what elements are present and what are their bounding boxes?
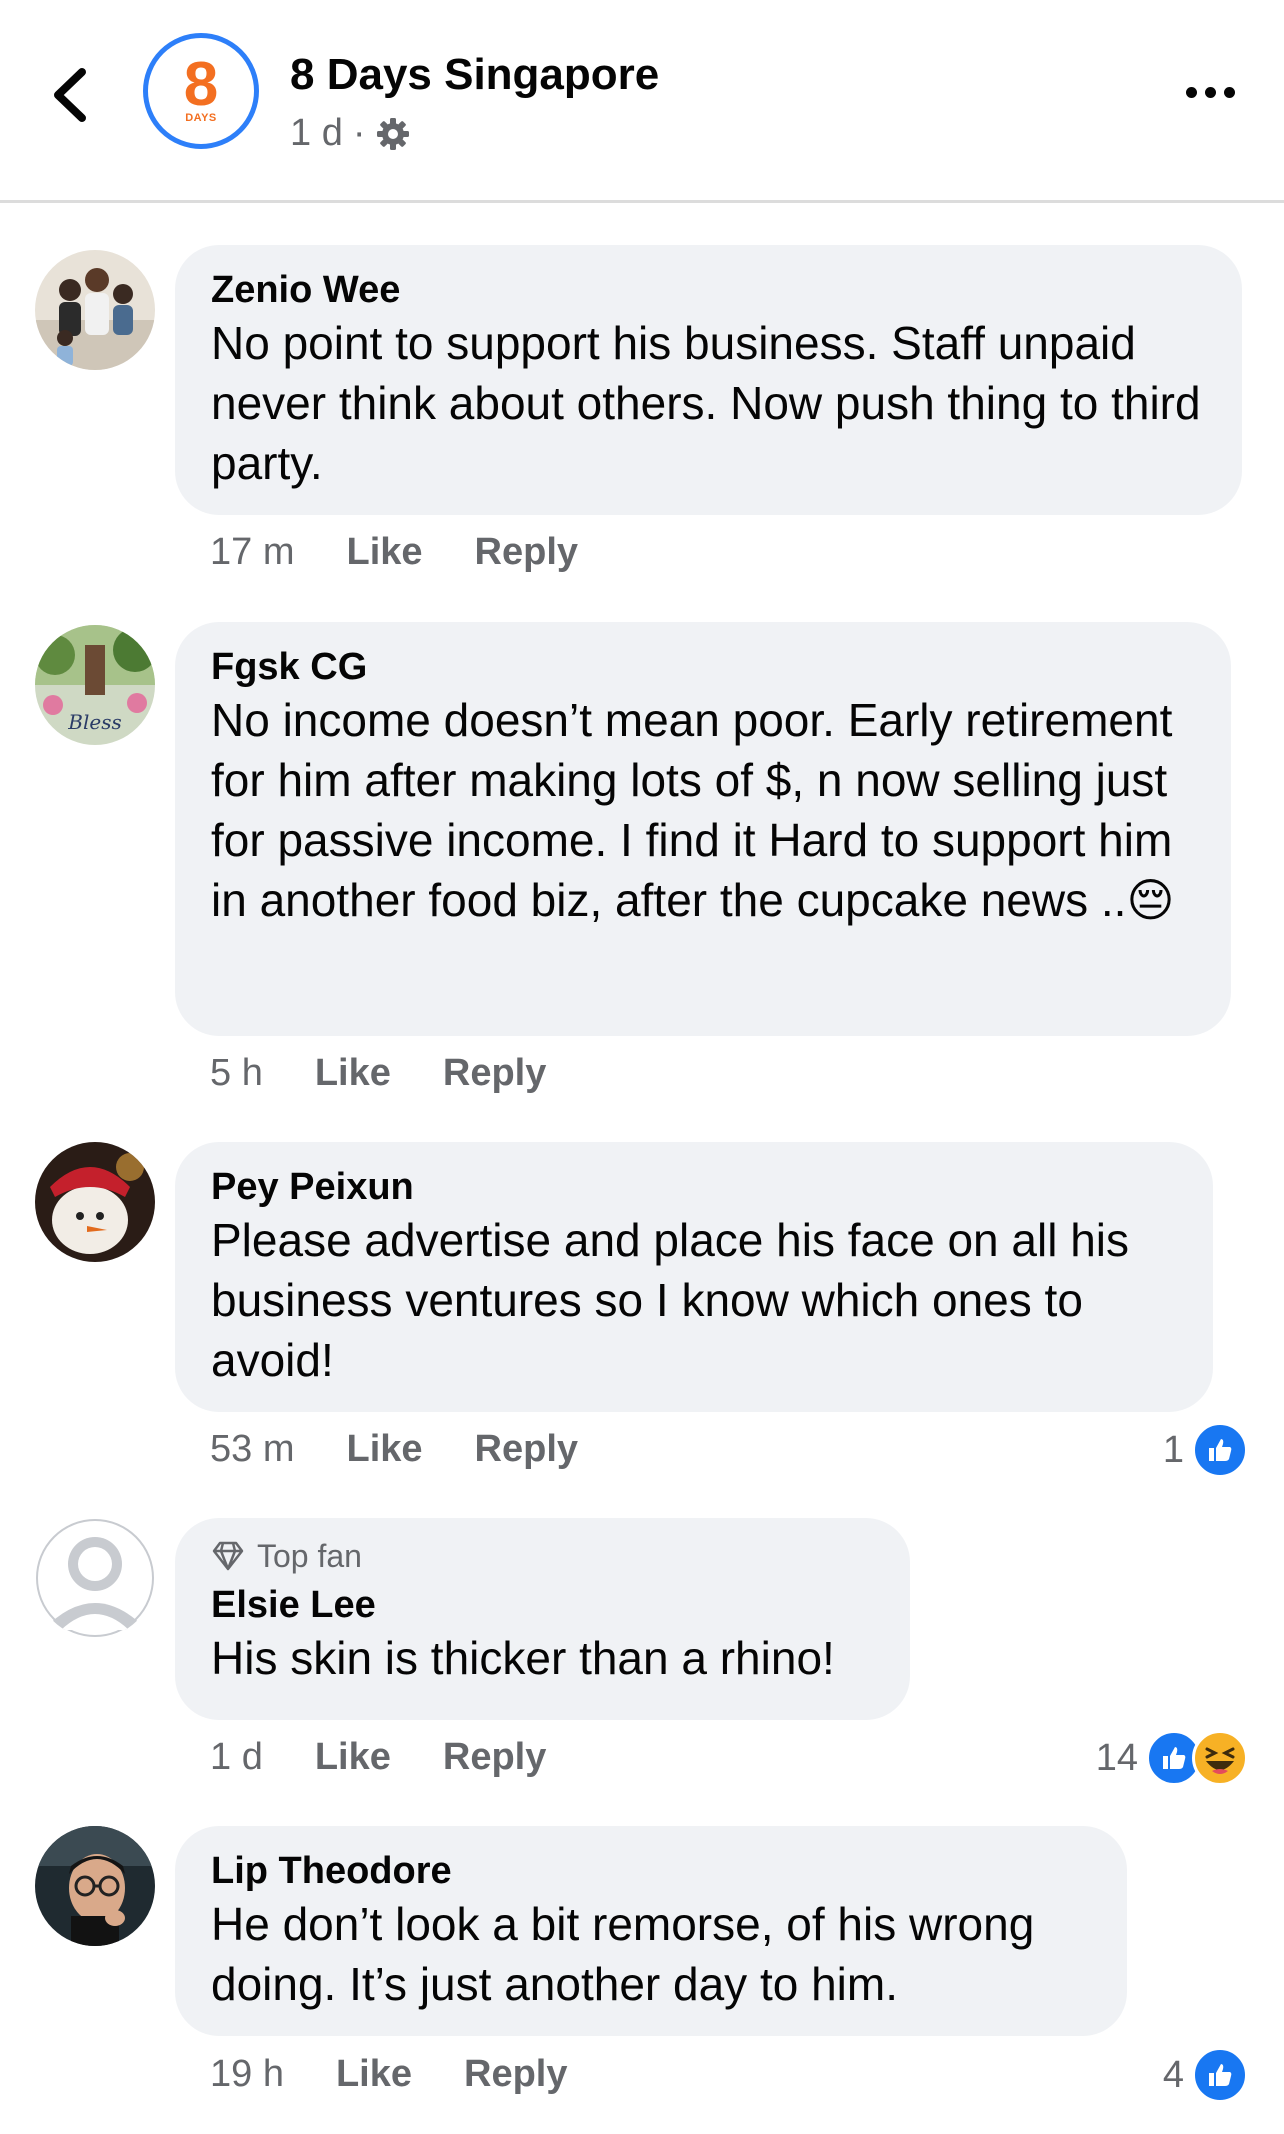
avatar-photo	[35, 250, 155, 370]
back-button[interactable]	[40, 60, 100, 130]
avatar-photo	[35, 1142, 155, 1262]
avatar-photo: Bless	[35, 625, 155, 745]
like-button[interactable]: Like	[346, 531, 422, 574]
comment-author[interactable]: Pey Peixun	[211, 1164, 1177, 1210]
thumbs-up-icon	[1192, 1422, 1248, 1478]
comment-text: No income doesn’t mean poor. Early retir…	[211, 694, 1175, 926]
comment-actions: 19 h Like Reply	[210, 2053, 568, 2096]
top-fan-label: Top fan	[257, 1538, 362, 1574]
comment-bubble[interactable]: Lip Theodore He don’t look a bit remorse…	[175, 1826, 1127, 2036]
diamond-icon	[212, 1541, 244, 1571]
avatar[interactable]	[35, 1518, 155, 1638]
comment-time[interactable]: 5 h	[210, 1052, 263, 1095]
reply-button[interactable]: Reply	[475, 1428, 578, 1471]
comment-bubble[interactable]: Zenio Wee No point to support his busine…	[175, 245, 1242, 515]
page-name[interactable]: 8 Days Singapore	[290, 50, 659, 100]
post-meta: 1 d ·	[290, 112, 411, 155]
comment-bubble[interactable]: Pey Peixun Please advertise and place hi…	[175, 1142, 1213, 1412]
comment-actions: 17 m Like Reply	[210, 531, 578, 574]
reaction-summary[interactable]: 4	[1163, 2047, 1248, 2103]
dot-icon	[1223, 86, 1235, 98]
reply-button[interactable]: Reply	[443, 1736, 546, 1779]
reaction-count: 1	[1162, 1428, 1184, 1471]
like-button[interactable]: Like	[346, 1428, 422, 1471]
comment-actions: 1 d Like Reply	[210, 1736, 546, 1779]
chevron-left-icon	[54, 68, 86, 122]
comment-actions: 5 h Like Reply	[210, 1052, 546, 1095]
svg-text:Bless: Bless	[67, 710, 121, 734]
avatar[interactable]	[35, 250, 155, 370]
like-button[interactable]: Like	[336, 2053, 412, 2096]
like-button[interactable]: Like	[315, 1736, 391, 1779]
post-header: 8 DAYS 8 Days Singapore 1 d ·	[0, 0, 1284, 203]
comment-time[interactable]: 1 d	[210, 1736, 263, 1779]
comment-author[interactable]: Elsie Lee	[211, 1582, 874, 1628]
page-avatar[interactable]: 8 DAYS	[143, 33, 259, 149]
comment-text: He don’t look a bit remorse, of his wron…	[211, 1898, 1035, 2010]
avatar[interactable]: Bless	[35, 625, 155, 745]
reply-button[interactable]: Reply	[475, 531, 578, 574]
comment-time[interactable]: 17 m	[210, 531, 294, 574]
reaction-count: 14	[1095, 1736, 1138, 1779]
top-fan-badge: Top fan	[211, 1536, 874, 1576]
like-button[interactable]: Like	[315, 1052, 391, 1095]
thumbs-up-icon	[1192, 2047, 1248, 2103]
comment-author[interactable]: Lip Theodore	[211, 1848, 1091, 1894]
comment-text: Please advertise and place his face on a…	[211, 1214, 1130, 1386]
comment-actions: 53 m Like Reply	[210, 1428, 578, 1471]
haha-icon	[1192, 1730, 1248, 1786]
post-time: 1 d	[290, 112, 343, 154]
dot-icon	[1185, 86, 1197, 98]
comment-time[interactable]: 53 m	[210, 1428, 294, 1471]
reply-button[interactable]: Reply	[443, 1052, 546, 1095]
logo-number: 8	[183, 50, 219, 119]
gear-icon	[377, 117, 410, 150]
comment-text: His skin is thicker than a rhino!	[211, 1632, 835, 1684]
reaction-count: 4	[1162, 2053, 1184, 2096]
reply-button[interactable]: Reply	[464, 2053, 567, 2096]
reaction-summary[interactable]: 14	[1096, 1730, 1248, 1786]
comment-author[interactable]: Zenio Wee	[211, 267, 1206, 313]
page-logo: 8 DAYS	[155, 45, 247, 137]
avatar[interactable]	[35, 1826, 155, 1946]
default-avatar-icon	[35, 1518, 155, 1638]
comment-bubble[interactable]: Fgsk CG No income doesn’t mean poor. Ear…	[175, 622, 1231, 1036]
logo-text: DAYS	[185, 112, 217, 124]
comment-time[interactable]: 19 h	[210, 2053, 284, 2096]
dot-icon	[1204, 86, 1216, 98]
reaction-summary[interactable]: 1	[1163, 1422, 1248, 1478]
comment-text: No point to support his business. Staff …	[211, 317, 1201, 489]
comment-author[interactable]: Fgsk CG	[211, 644, 1195, 690]
avatar-photo	[35, 1826, 155, 1946]
comment-bubble[interactable]: Top fan Elsie Lee His skin is thicker th…	[175, 1518, 910, 1720]
meta-separator: ·	[352, 112, 366, 154]
more-options-button[interactable]	[1180, 78, 1240, 106]
avatar[interactable]	[35, 1142, 155, 1262]
